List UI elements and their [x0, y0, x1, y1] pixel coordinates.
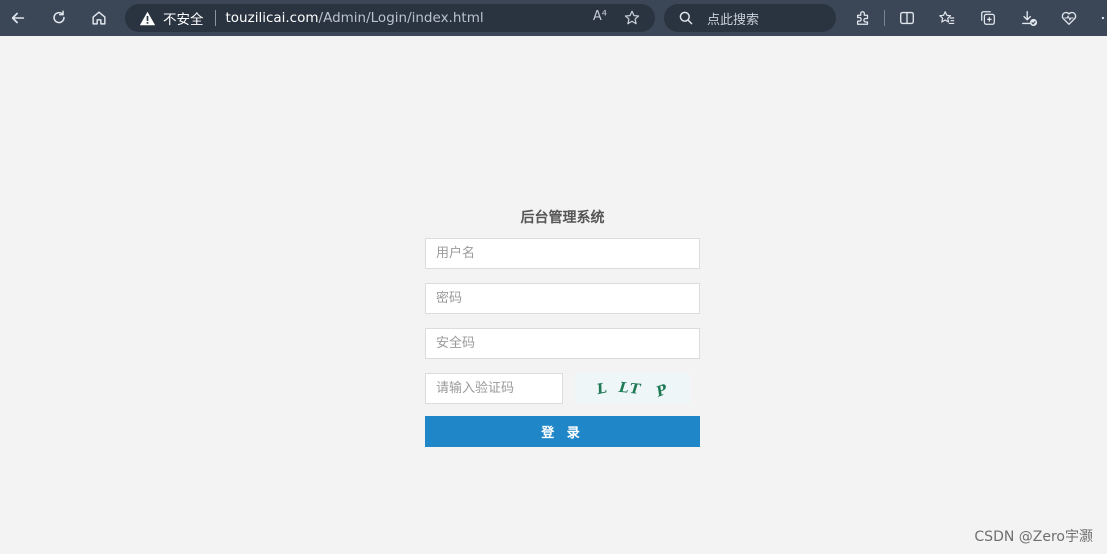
split-screen-icon[interactable]	[898, 9, 916, 27]
home-button[interactable]	[81, 0, 117, 36]
url-domain: touzilicai.com	[225, 10, 319, 26]
csdn-watermark: CSDN @Zero宇灏	[974, 529, 1093, 545]
captcha-char: L	[595, 379, 611, 398]
url-path: /Admin/Login/index.html	[318, 10, 484, 26]
refresh-button[interactable]	[41, 0, 77, 36]
back-button[interactable]	[0, 0, 36, 36]
browser-search-box[interactable]: 点此搜索	[664, 4, 836, 32]
warning-icon	[139, 9, 157, 27]
captcha-char: P	[654, 380, 672, 401]
captcha-char: LT	[617, 379, 643, 398]
search-placeholder: 点此搜索	[707, 12, 760, 28]
address-divider	[214, 10, 216, 26]
browser-toolbar: 不安全 touzilicai.com/Admin/Login/index.htm…	[0, 0, 1107, 36]
login-title: 后台管理系统	[520, 210, 605, 226]
home-icon	[92, 11, 106, 25]
more-icon[interactable]	[1098, 9, 1107, 27]
username-input[interactable]	[425, 238, 700, 269]
captcha-input[interactable]	[425, 373, 563, 404]
refresh-icon	[53, 10, 65, 24]
security-status-label[interactable]: 不安全	[163, 8, 204, 28]
address-bar[interactable]: 不安全 touzilicai.com/Admin/Login/index.htm…	[125, 4, 655, 32]
collections-icon[interactable]	[979, 9, 997, 27]
captcha-image[interactable]: L LT P	[575, 373, 690, 404]
favorite-star-icon[interactable]	[623, 9, 641, 27]
login-button[interactable]: 登 录	[425, 416, 700, 447]
extensions-icon[interactable]	[854, 9, 872, 27]
arrow-left-icon	[11, 12, 25, 24]
toolbar-divider	[884, 10, 885, 26]
password-input[interactable]	[425, 283, 700, 314]
browser-essentials-icon[interactable]	[1060, 9, 1078, 27]
search-icon	[679, 11, 693, 25]
downloads-icon[interactable]	[1020, 9, 1038, 27]
favorites-icon[interactable]	[938, 9, 956, 27]
security-code-input[interactable]	[425, 328, 700, 359]
read-aloud-icon[interactable]: A⁴	[593, 9, 607, 24]
